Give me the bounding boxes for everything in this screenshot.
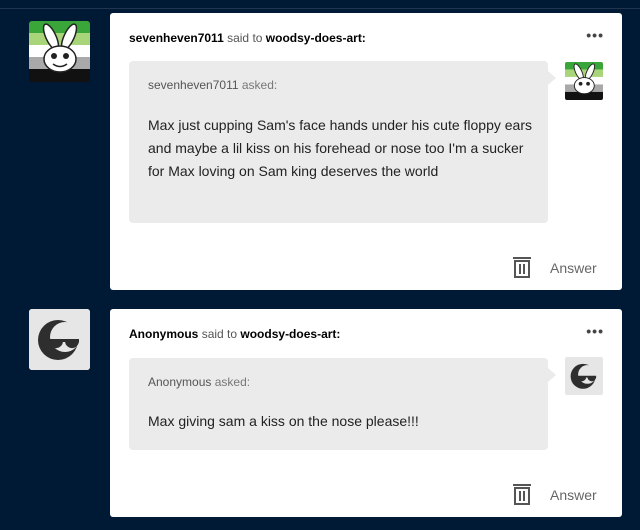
- more-options-button[interactable]: •••: [586, 323, 604, 339]
- asker-avatar[interactable]: [565, 62, 603, 100]
- delete-icon[interactable]: [512, 483, 532, 505]
- asker-avatar[interactable]: [565, 357, 603, 395]
- recipient-link[interactable]: woodsy-does-art:: [240, 327, 340, 341]
- said-to-label: said to: [201, 327, 238, 341]
- question-text: Max giving sam a kiss on the nose please…: [148, 413, 419, 429]
- avatar[interactable]: [29, 309, 90, 370]
- delete-icon[interactable]: [512, 256, 532, 278]
- post-header: Anonymous said to woodsy-does-art:: [129, 327, 340, 341]
- author-link[interactable]: Anonymous: [129, 327, 198, 341]
- feed-divider: [0, 8, 640, 9]
- asker-link[interactable]: Anonymous: [148, 375, 211, 389]
- question-bubble: sevenheven7011 asked: Max just cupping S…: [129, 61, 556, 223]
- question-text: Max just cupping Sam's face hands under …: [148, 117, 532, 179]
- question-bubble: Anonymous asked: Max giving sam a kiss o…: [129, 358, 556, 450]
- avatar[interactable]: [29, 21, 90, 82]
- recipient-link[interactable]: woodsy-does-art:: [266, 31, 366, 45]
- asker-line: Anonymous asked:: [148, 375, 250, 389]
- asker-line: sevenheven7011 asked:: [148, 78, 277, 92]
- answer-button[interactable]: Answer: [550, 260, 597, 276]
- asked-label: asked:: [241, 78, 278, 92]
- said-to-label: said to: [227, 31, 263, 45]
- post-header: sevenheven7011 said to woodsy-does-art:: [129, 31, 366, 45]
- asked-label: asked:: [214, 375, 251, 389]
- answer-button[interactable]: Answer: [550, 487, 597, 503]
- anonymous-sunglasses-icon: [29, 309, 90, 370]
- more-options-button[interactable]: •••: [586, 27, 604, 43]
- anonymous-sunglasses-icon: [565, 357, 603, 395]
- author-link[interactable]: sevenheven7011: [129, 31, 224, 45]
- bunny-flag-avatar-icon: [29, 21, 90, 82]
- asker-link[interactable]: sevenheven7011: [148, 78, 239, 92]
- post-card: Anonymous said to woodsy-does-art: ••• A…: [110, 309, 622, 517]
- post-card: sevenheven7011 said to woodsy-does-art: …: [110, 13, 622, 290]
- bunny-flag-avatar-icon: [565, 62, 603, 100]
